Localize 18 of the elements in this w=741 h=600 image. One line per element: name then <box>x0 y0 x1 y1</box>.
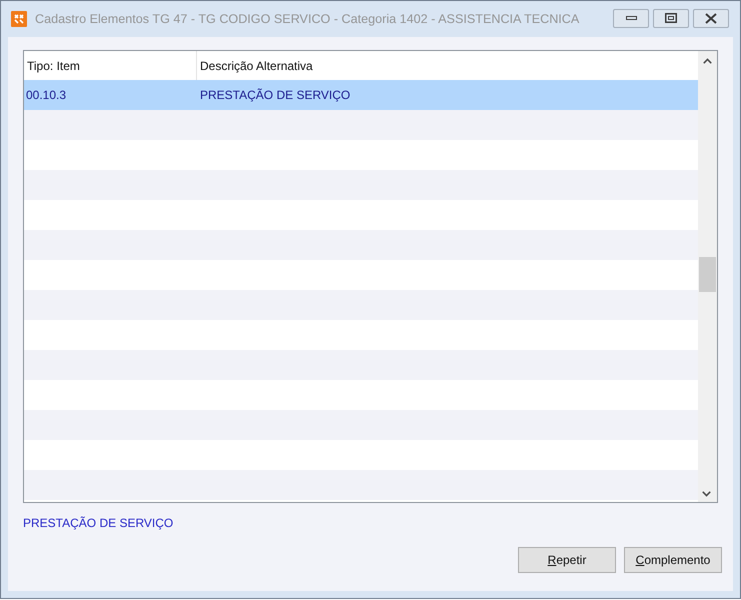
restore-icon <box>665 13 677 23</box>
close-icon <box>705 12 717 24</box>
minimize-icon <box>626 16 636 20</box>
table-cell-text: 00.10.3 <box>25 87 68 104</box>
table-row[interactable]: 00.10.3 PRESTAÇÃO DE SERVIÇO <box>24 80 698 110</box>
action-button[interactable]: Complemento <box>624 547 722 573</box>
description-label: PRESTAÇÃO DE SERVIÇO <box>23 516 174 530</box>
column-header[interactable]: Descrição Alternativa <box>197 51 698 80</box>
close-button[interactable] <box>693 8 729 28</box>
app-icon <box>11 11 27 27</box>
scrollbar-thumb[interactable] <box>699 257 716 292</box>
action-button[interactable]: Repetir <box>518 547 616 573</box>
window-title: Cadastro Elementos TG 47 - TG CODIGO SERVICO - Categoria 1402 - ASSISTENCIA TECNICA <box>35 12 580 26</box>
chevron-down-icon[interactable] <box>702 491 711 497</box>
restore-button[interactable] <box>653 8 689 28</box>
chevron-up-icon[interactable] <box>703 58 712 64</box>
minimize-button[interactable] <box>613 8 649 28</box>
table-cell-text: PRESTAÇÃO DE SERVIÇO <box>199 87 352 104</box>
